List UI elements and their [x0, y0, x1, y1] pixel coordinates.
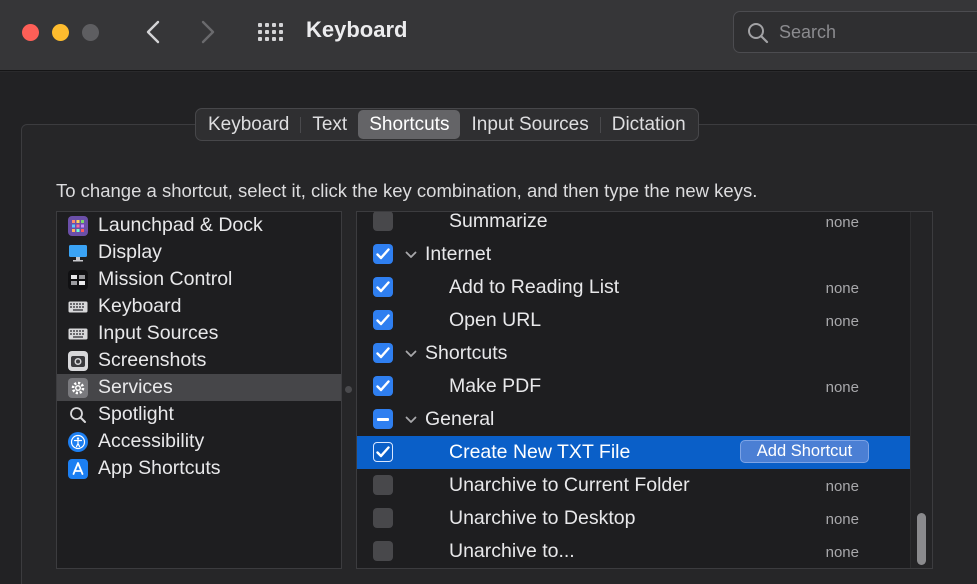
checkmark-icon	[376, 347, 390, 359]
title-bar: Keyboard	[0, 0, 977, 71]
minimize-window-button[interactable]	[52, 24, 69, 41]
chevron-right-icon	[201, 20, 215, 44]
chevron-down-icon[interactable]	[404, 413, 418, 427]
tab-shortcuts[interactable]: Shortcuts	[358, 110, 461, 139]
checkbox[interactable]	[373, 409, 393, 429]
show-all-button[interactable]	[254, 19, 286, 45]
content-area: Keyboard Text Shortcuts Input Sources Di…	[0, 72, 977, 584]
shortcut-value[interactable]: none	[826, 313, 859, 330]
shortcut-row-make-pdf[interactable]: Make PDF none	[357, 370, 910, 403]
shortcut-value[interactable]: none	[826, 511, 859, 528]
category-item-input-sources[interactable]: Input Sources	[57, 320, 341, 347]
shortcut-value[interactable]: none	[826, 379, 859, 396]
search-icon	[748, 23, 769, 44]
window-title: Keyboard	[306, 17, 408, 42]
scrollbar-track[interactable]	[910, 212, 932, 568]
shortcut-row-open-url[interactable]: Open URL none	[357, 304, 910, 337]
checkbox[interactable]	[373, 475, 393, 495]
tab-bar: Keyboard Text Shortcuts Input Sources Di…	[195, 108, 699, 141]
shortcut-row-create-new-txt-file[interactable]: Create New TXT File Add Shortcut	[357, 436, 910, 469]
category-item-display[interactable]: Display	[57, 239, 341, 266]
launchpad-icon	[68, 215, 88, 236]
checkbox[interactable]	[373, 508, 393, 528]
app-shortcuts-icon	[68, 458, 88, 479]
checkmark-icon	[376, 281, 390, 293]
shortcut-row-summarize[interactable]: Summarize none	[357, 212, 910, 238]
checkmark-icon	[376, 314, 390, 326]
shortcut-group-internet[interactable]: Internet	[357, 238, 910, 271]
tab-keyboard[interactable]: Keyboard	[197, 110, 300, 139]
back-button[interactable]	[138, 16, 168, 48]
shortcut-value[interactable]: none	[826, 478, 859, 495]
display-icon	[68, 243, 88, 263]
checkbox[interactable]	[373, 310, 393, 330]
category-item-accessibility[interactable]: Accessibility	[57, 428, 341, 455]
keyboard-icon	[68, 297, 88, 317]
shortcut-row-unarchive-to-desktop[interactable]: Unarchive to Desktop none	[357, 502, 910, 535]
zoom-window-button[interactable]	[82, 24, 99, 41]
spotlight-icon	[68, 405, 88, 425]
forward-button[interactable]	[193, 16, 223, 48]
chevron-down-icon[interactable]	[404, 248, 418, 262]
shortcut-value[interactable]: none	[826, 544, 859, 561]
gear-icon	[68, 377, 88, 398]
checkbox[interactable]	[373, 277, 393, 297]
checkmark-icon	[376, 446, 390, 458]
search-input[interactable]	[779, 20, 959, 44]
category-list: Launchpad & Dock Display Mission Control…	[56, 211, 342, 569]
category-item-screenshots[interactable]: Screenshots	[57, 347, 341, 374]
tab-input-sources[interactable]: Input Sources	[460, 110, 599, 139]
checkbox[interactable]	[373, 376, 393, 396]
scrollbar-thumb[interactable]	[917, 513, 926, 565]
category-item-keyboard[interactable]: Keyboard	[57, 293, 341, 320]
shortcut-row-unarchive-to[interactable]: Unarchive to... none	[357, 535, 910, 568]
checkbox[interactable]	[373, 541, 393, 561]
tab-dictation[interactable]: Dictation	[601, 110, 697, 139]
tab-text[interactable]: Text	[301, 110, 358, 139]
input-sources-icon	[68, 324, 88, 344]
checkbox[interactable]	[373, 442, 393, 462]
instructions-text: To change a shortcut, select it, click t…	[56, 180, 758, 201]
checkmark-icon	[376, 380, 390, 392]
checkbox[interactable]	[373, 244, 393, 264]
checkbox[interactable]	[373, 343, 393, 363]
shortcut-group-shortcuts[interactable]: Shortcuts	[357, 337, 910, 370]
close-window-button[interactable]	[22, 24, 39, 41]
mission-control-icon	[68, 269, 88, 290]
category-item-mission-control[interactable]: Mission Control	[57, 266, 341, 293]
shortcut-row-add-to-reading-list[interactable]: Add to Reading List none	[357, 271, 910, 304]
checkmark-icon	[376, 248, 390, 260]
category-item-launchpad-dock[interactable]: Launchpad & Dock	[57, 212, 341, 239]
checkbox[interactable]	[373, 212, 393, 231]
category-item-services[interactable]: Services	[57, 374, 341, 401]
chevron-down-icon[interactable]	[404, 347, 418, 361]
shortcut-list: Summarize none Internet Add to Reading L…	[356, 211, 933, 569]
category-item-app-shortcuts[interactable]: App Shortcuts	[57, 455, 341, 482]
chevron-left-icon	[146, 20, 160, 44]
shortcut-group-general[interactable]: General	[357, 403, 910, 436]
screenshot-icon	[68, 350, 88, 371]
shortcut-value[interactable]: none	[826, 214, 859, 231]
shortcut-row-unarchive-to-current-folder[interactable]: Unarchive to Current Folder none	[357, 469, 910, 502]
accessibility-icon	[68, 431, 88, 452]
search-field[interactable]	[733, 11, 977, 53]
splitter-handle[interactable]	[345, 386, 352, 393]
shortcut-value[interactable]: none	[826, 280, 859, 297]
category-item-spotlight[interactable]: Spotlight	[57, 401, 341, 428]
add-shortcut-button[interactable]: Add Shortcut	[740, 440, 869, 463]
